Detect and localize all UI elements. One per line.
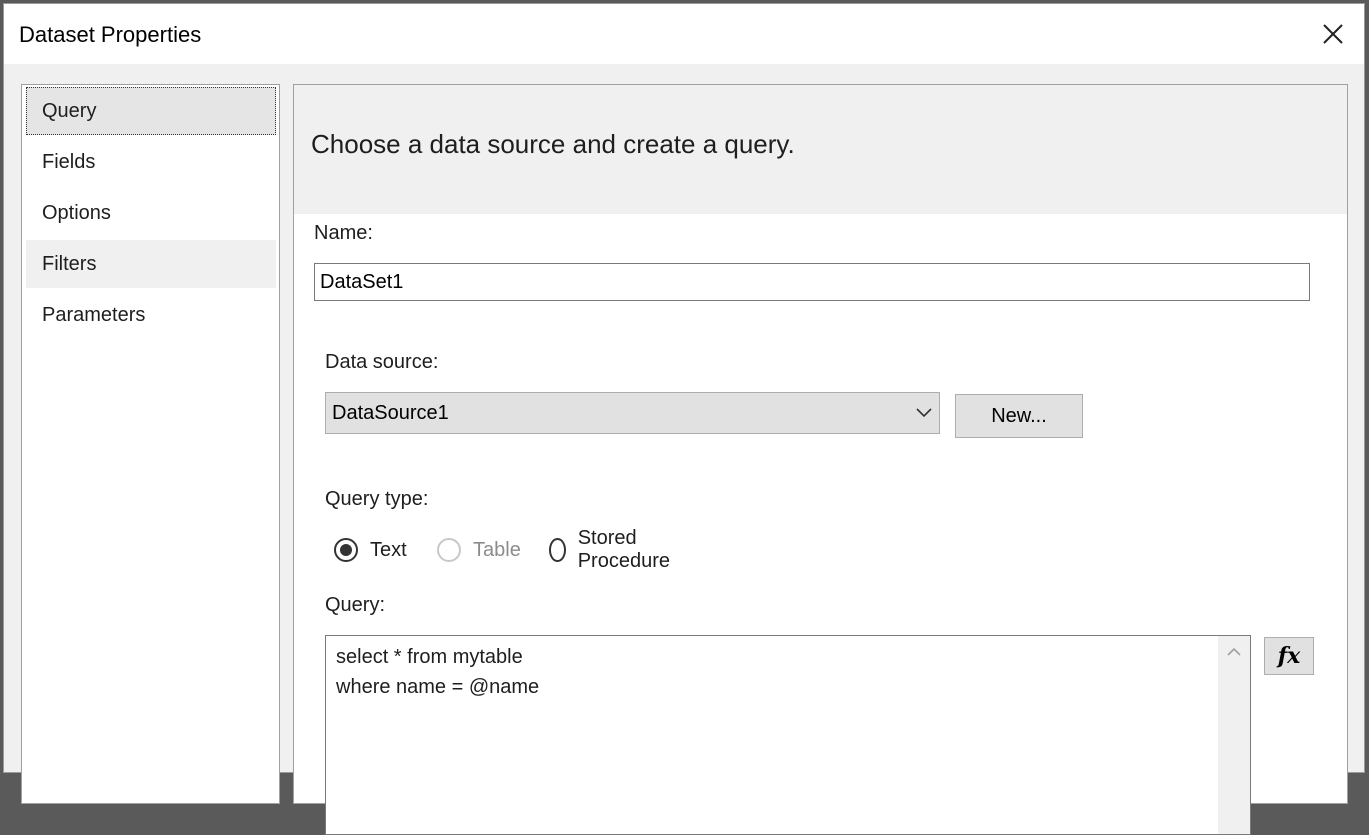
dialog-body: Query Fields Options Filters Parameters … <box>4 64 1364 835</box>
sidebar-item-filters[interactable]: Filters <box>26 240 276 288</box>
query-text: select * from mytable where name = @name <box>336 646 540 698</box>
query-panel: Choose a data source and create a query.… <box>293 84 1348 835</box>
sidebar-item-parameters[interactable]: Parameters <box>26 291 276 339</box>
query-type-text-radio[interactable]: Text <box>334 536 407 564</box>
query-textarea[interactable]: select * from mytable where name = @name <box>325 635 1251 835</box>
query-type-stored-procedure-label: Stored Procedure <box>577 527 670 572</box>
query-type-table-label: Table <box>473 538 521 561</box>
name-label: Name: <box>314 222 373 244</box>
sidebar-item-fields[interactable]: Fields <box>26 138 276 186</box>
radio-checked-indicator <box>334 538 358 562</box>
query-type-text-label: Text <box>370 538 407 561</box>
chevron-up-icon <box>1227 647 1241 656</box>
query-label: Query: <box>325 594 386 616</box>
name-input[interactable]: DataSet1 <box>314 263 1310 301</box>
close-icon <box>1323 24 1343 44</box>
radio-indicator <box>549 538 566 562</box>
expression-button[interactable]: fx <box>1264 637 1314 675</box>
panel-heading: Choose a data source and create a query. <box>311 129 795 159</box>
radio-indicator <box>437 538 461 562</box>
close-button[interactable] <box>1310 14 1356 54</box>
scroll-up-button[interactable] <box>1218 636 1250 668</box>
sidebar-item-query[interactable]: Query <box>26 87 276 135</box>
query-scrollbar[interactable] <box>1218 636 1250 834</box>
data-source-value: DataSource1 <box>332 402 449 424</box>
sidebar-nav: Query Fields Options Filters Parameters <box>21 84 280 804</box>
panel-header: Choose a data source and create a query. <box>294 85 1347 214</box>
window-title: Dataset Properties <box>19 22 202 47</box>
query-type-table-radio: Table <box>437 536 521 564</box>
chevron-down-icon <box>916 408 932 418</box>
dataset-properties-dialog: Dataset Properties Query Fields Options … <box>3 3 1365 835</box>
sidebar-item-options[interactable]: Options <box>26 189 276 237</box>
query-type-label: Query type: <box>325 488 429 510</box>
query-type-stored-procedure-radio[interactable]: Stored Procedure <box>549 527 677 572</box>
new-data-source-button[interactable]: New... <box>955 394 1083 438</box>
title-bar: Dataset Properties <box>4 4 1364 64</box>
data-source-dropdown[interactable]: DataSource1 <box>325 392 940 434</box>
data-source-label: Data source: <box>325 351 439 373</box>
